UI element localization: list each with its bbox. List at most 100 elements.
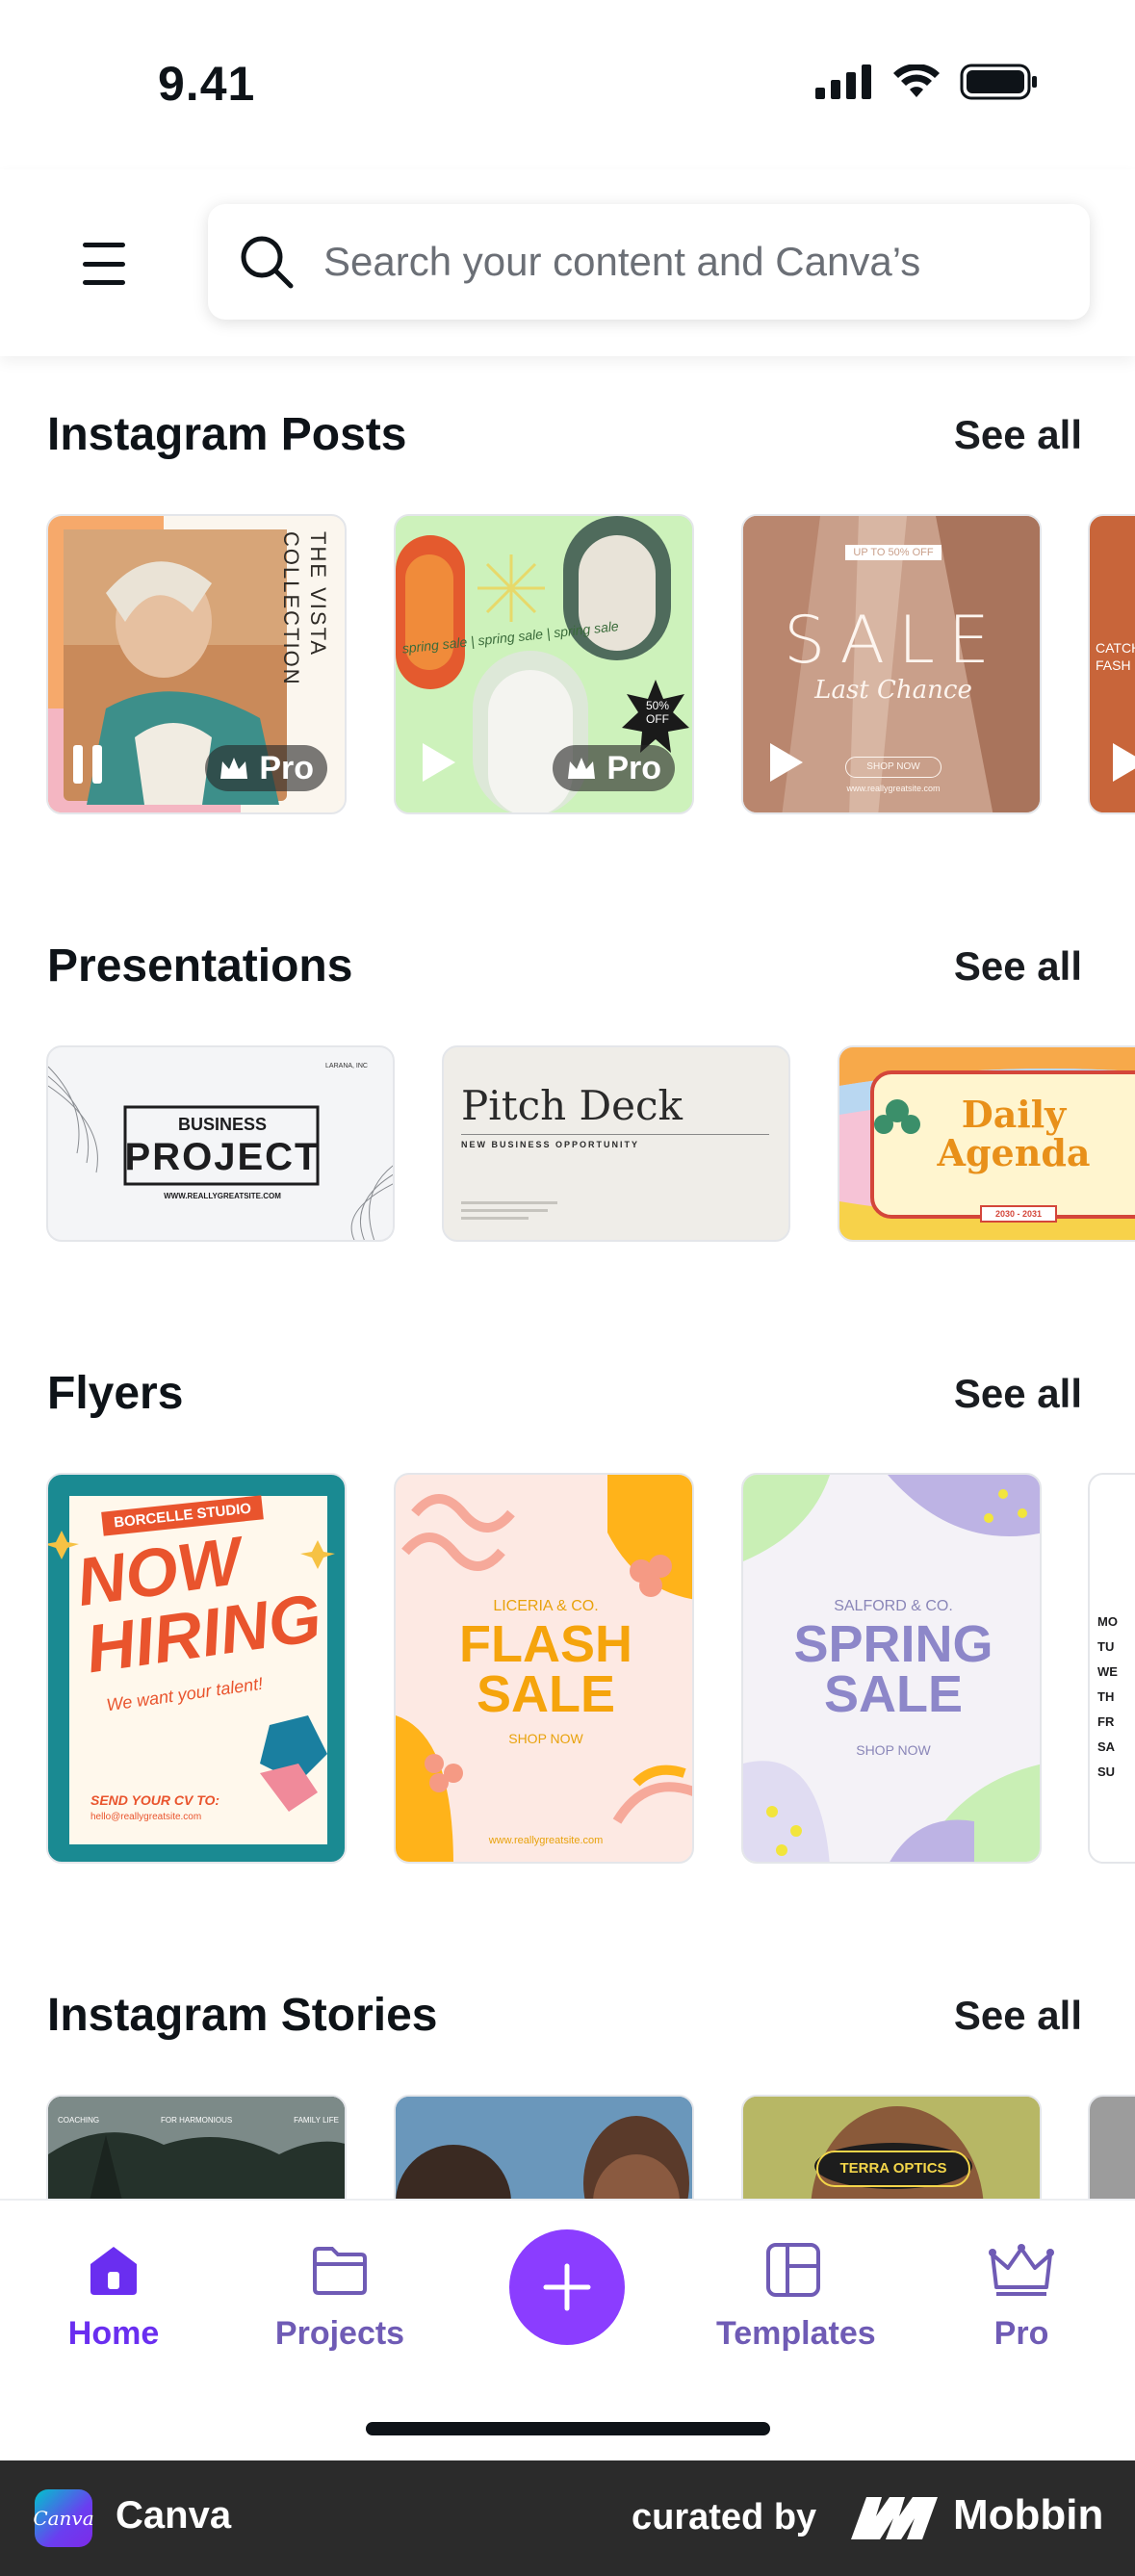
status-icons (815, 64, 1039, 100)
card-text: LICERIA & CO. (493, 1598, 599, 1614)
see-all-instagram-stories-button[interactable]: See all (954, 1993, 1082, 2039)
footer-curated-by: curated by (632, 2497, 817, 2537)
card-text: FOR HARMONIOUS (161, 2116, 233, 2125)
card-text: BUSINESS (177, 1115, 268, 1134)
card-text: SALE (823, 1665, 964, 1723)
pause-icon (73, 745, 102, 784)
card-text: 50% (645, 699, 670, 712)
nav-projects[interactable]: Projects (263, 2243, 417, 2353)
card-text: 2030 - 2031 (980, 1205, 1057, 1223)
nav-home[interactable]: Home (37, 2243, 191, 2353)
bottom-navigation: Home Projects Templates Pro (0, 2199, 1135, 2460)
card-text: Pitch Deck (461, 1082, 683, 1129)
nav-pro[interactable]: Pro (944, 2243, 1098, 2353)
template-card-instagram-post[interactable]: CATCH FASH (1088, 514, 1135, 814)
card-text: NEW BUSINESS OPPORTUNITY (461, 1140, 640, 1149)
card-text: TH (1097, 1689, 1115, 1704)
card-text: TERRA OPTICS (816, 2151, 970, 2187)
card-text: UP TO 50% OFF (845, 545, 942, 560)
section-title-instagram-stories: Instagram Stories (47, 1990, 438, 2041)
template-card-instagram-post[interactable]: THE VISTA COLLECTION Pro (46, 514, 347, 814)
template-card-presentation[interactable]: LARANA, INC BUSINESS PROJECT WWW.REALLYG… (46, 1045, 395, 1242)
footer-brand: Mobbin (953, 2491, 1104, 2538)
home-indicator (366, 2422, 770, 2435)
footer-app-name: Canva (116, 2494, 232, 2537)
section-title-presentations: Presentations (47, 940, 353, 992)
home-icon (90, 2247, 137, 2295)
card-text: COACHING (58, 2116, 100, 2125)
card-text: Agenda (937, 1131, 1091, 1174)
card-text: SALE (476, 1665, 616, 1723)
folder-icon (313, 2247, 367, 2295)
card-text: SHOP NOW (856, 1742, 931, 1758)
card-text: SALFORD & CO. (834, 1598, 953, 1614)
status-time: 9.41 (158, 57, 256, 111)
card-text: MO (1097, 1614, 1118, 1629)
template-card-presentation[interactable]: Daily Agenda 2030 - 2031 (838, 1045, 1135, 1242)
crown-icon (568, 758, 596, 779)
template-card-flyer[interactable]: SALFORD & CO. SPRING SALE SHOP NOW (741, 1473, 1042, 1864)
template-card-instagram-story[interactable]: COACHING FOR HARMONIOUS FAMILY LIFE (46, 2095, 347, 2199)
hamburger-menu-icon[interactable] (75, 237, 133, 291)
card-text: hello@reallygreatsite.com (90, 1812, 202, 1822)
card-text: FASH (1096, 657, 1131, 673)
search-icon (241, 236, 294, 289)
card-text: SU (1097, 1765, 1116, 1779)
crown-icon (989, 2244, 1054, 2296)
section-title-flyers: Flyers (47, 1368, 184, 1419)
card-text: COLLECTION (279, 531, 303, 686)
instagram-stories-row: COACHING FOR HARMONIOUS FAMILY LIFE TERR… (0, 2095, 1135, 2199)
card-text: SALE (784, 603, 1003, 679)
template-card-instagram-post[interactable]: spring sale | spring sale | spring sale … (394, 514, 694, 814)
card-text: SPRING (793, 1615, 993, 1673)
instagram-posts-row: THE VISTA COLLECTION Pro spring sale | s… (0, 514, 1135, 814)
card-text: WWW.REALLYGREATSITE.COM (164, 1192, 281, 1200)
card-text: FAMILY LIFE (294, 2116, 339, 2125)
template-card-instagram-story[interactable]: TERRA OPTICS (741, 2095, 1042, 2199)
templates-icon (766, 2243, 820, 2297)
play-icon (423, 743, 455, 782)
mobbin-footer: Canva Canva curated by Mobbin (0, 2460, 1135, 2576)
wifi-icon (893, 64, 940, 97)
see-all-flyers-button[interactable]: See all (954, 1371, 1082, 1417)
pro-badge: Pro (553, 745, 675, 791)
card-text: SHOP NOW (845, 757, 942, 778)
pro-badge: Pro (205, 745, 327, 791)
template-card-instagram-story[interactable] (394, 2095, 694, 2199)
card-text: TU (1097, 1639, 1115, 1654)
canva-logo: Canva (33, 2489, 94, 2547)
see-all-presentations-button[interactable]: See all (954, 943, 1082, 990)
status-bar: 9.41 (0, 0, 1135, 169)
card-text: www.reallygreatsite.com (846, 784, 941, 793)
card-text: SHOP NOW (508, 1731, 583, 1746)
play-icon (1113, 743, 1135, 782)
mobbin-logo-icon (851, 2497, 938, 2539)
see-all-instagram-posts-button[interactable]: See all (954, 412, 1082, 458)
card-text: Last Chance (814, 676, 972, 705)
card-text: WE (1097, 1664, 1118, 1679)
card-text: www.reallygreatsite.com (488, 1835, 604, 1846)
template-card-instagram-story[interactable] (1088, 2095, 1135, 2199)
card-text: SA (1097, 1739, 1116, 1754)
card-text: CATCH (1096, 640, 1135, 656)
battery-icon (960, 64, 1037, 100)
play-icon (770, 743, 803, 782)
template-card-flyer[interactable]: MO TU WE TH FR SA SU (1088, 1473, 1135, 1864)
card-text: Daily (961, 1093, 1067, 1136)
template-card-presentation[interactable]: Pitch Deck NEW BUSINESS OPPORTUNITY (442, 1045, 790, 1242)
template-card-flyer[interactable]: LICERIA & CO. FLASH SALE SHOP NOW www.re… (394, 1473, 694, 1864)
card-text: LARANA, INC (325, 1063, 368, 1069)
template-card-flyer[interactable]: BORCELLE STUDIO NOW HIRING We want your … (46, 1473, 347, 1864)
flyers-row: BORCELLE STUDIO NOW HIRING We want your … (0, 1473, 1135, 1864)
create-design-button[interactable] (509, 2229, 625, 2345)
nav-templates[interactable]: Templates (716, 2243, 876, 2353)
card-text: SEND YOUR CV TO: (90, 1792, 220, 1808)
template-card-instagram-post[interactable]: UP TO 50% OFF SALE Last Chance SHOP NOW … (741, 514, 1042, 814)
search-input[interactable]: Search your content and Canva’s (208, 204, 1090, 320)
crown-icon (220, 758, 248, 779)
card-text: PROJECT (124, 1136, 321, 1178)
section-title-instagram-posts: Instagram Posts (47, 409, 407, 460)
card-text: FLASH (459, 1615, 632, 1673)
header: Search your content and Canva’s (0, 169, 1135, 356)
presentations-row: LARANA, INC BUSINESS PROJECT WWW.REALLYG… (0, 1045, 1135, 1242)
